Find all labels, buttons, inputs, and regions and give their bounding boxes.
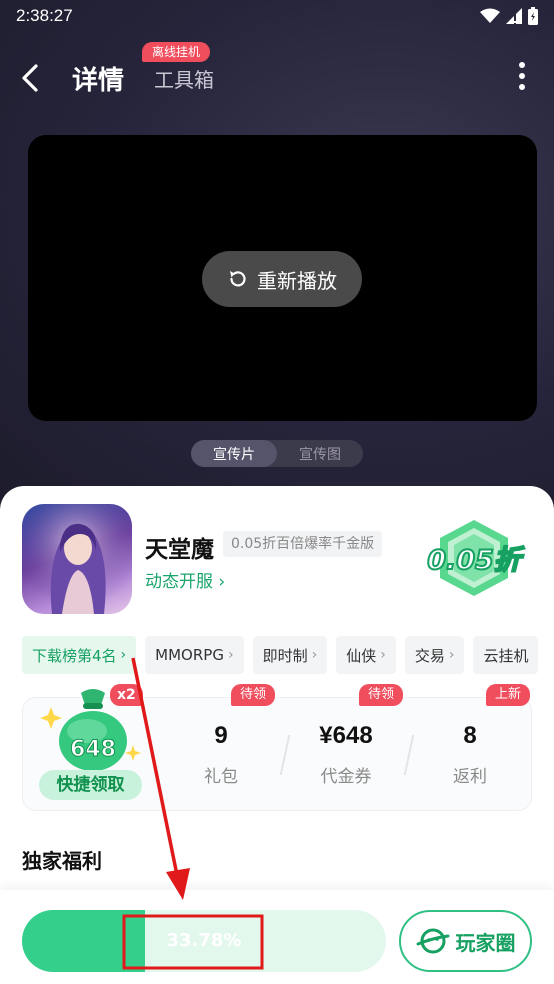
stat-vouchers[interactable]: ¥648 代金券 [291,716,401,787]
stat-label: 礼包 [204,767,238,787]
tag-download-rank[interactable]: 下载榜第4名 › [22,636,137,674]
tag-combat[interactable]: 即时制 › [252,636,328,674]
stat-label: 代金券 [320,767,372,787]
back-button[interactable] [12,60,48,96]
wifi-icon [480,8,500,23]
tag-label: 即时制 [262,646,308,665]
stat-badge: 待领 [359,684,404,706]
tab-detail[interactable]: 详情 [72,60,124,97]
tag-theme[interactable]: 仙侠 › [336,636,396,674]
stat-label: 返利 [453,767,487,787]
planet-chat-icon [416,928,449,954]
media-option-images[interactable]: 宣传图 [277,440,363,467]
tag-label: 仙侠 [346,646,377,665]
tag-label: MMORPG [155,646,224,664]
tag-label: 云挂机 [483,646,529,665]
character-art-icon [22,504,132,614]
chevron-right-icon: › [227,647,234,663]
media-option-video[interactable]: 宣传片 [191,440,277,467]
stat-rebates[interactable]: 8 返利 [415,716,525,787]
back-arrow-icon [22,64,38,92]
stat-value: 8 [463,722,477,749]
chevron-right-icon: › [380,647,386,663]
status-bar: 2:38:27 [0,0,554,32]
tag-label: 下载榜第4名 [32,646,117,665]
game-icon [22,504,132,614]
claim-amount: 648 [70,737,117,763]
tag-row: 下载榜第4名 › MMORPG › 即时制 › 仙侠 › 交易 › 云挂机 [22,636,539,674]
stat-gifts[interactable]: 9 礼包 [166,716,276,787]
replay-label: 重新播放 [257,268,337,293]
replay-button[interactable]: 重新播放 [202,251,362,307]
tag-cloud[interactable]: 云挂机 [473,636,539,674]
player-circle-button[interactable]: 玩家圈 [399,910,532,972]
stat-badge: 上新 [486,684,531,706]
tab-tools[interactable]: 工具箱 [154,64,214,93]
server-link-label: 动态开服 [145,572,213,592]
stat-badge: 待领 [231,684,276,706]
tag-genre[interactable]: MMORPG › [145,636,244,674]
dot-icon [519,62,525,68]
dot-icon [519,73,525,79]
section-title: 独家福利 [22,849,102,873]
dot-icon [519,84,525,90]
status-time: 2:38:27 [16,6,73,25]
chevron-right-icon: › [120,647,127,663]
progress-label: 33.78% [166,930,242,951]
chevron-right-icon: › [218,572,226,592]
replay-icon [230,271,246,287]
tag-trade[interactable]: 交易 › [404,636,465,674]
discount-badge: 0.05折 [412,516,536,598]
stat-value: 9 [214,722,228,749]
game-tagline: 0.05折百倍爆率千金版 [223,531,383,557]
stat-value: ¥648 [319,722,373,749]
media-switch: 宣传片 宣传图 [191,440,363,467]
offline-badge: 离线挂机 [142,42,211,62]
discount-label: 0.05折 [426,544,522,577]
chevron-right-icon: › [311,647,318,663]
status-icons [480,6,538,26]
player-circle-label: 玩家圈 [455,930,516,955]
multiplier-badge: x2 [110,684,143,706]
chevron-right-icon: › [448,647,455,663]
tag-label: 交易 [414,646,445,665]
battery-icon [528,7,538,25]
more-options-button[interactable] [510,58,534,94]
server-schedule-link[interactable]: 动态开服 › [145,567,225,592]
signal-icon [506,8,522,24]
quick-claim-label[interactable]: 快捷领取 [39,770,142,800]
download-progress-button[interactable]: 33.78% [22,910,386,972]
game-name: 天堂魔 [145,537,214,563]
